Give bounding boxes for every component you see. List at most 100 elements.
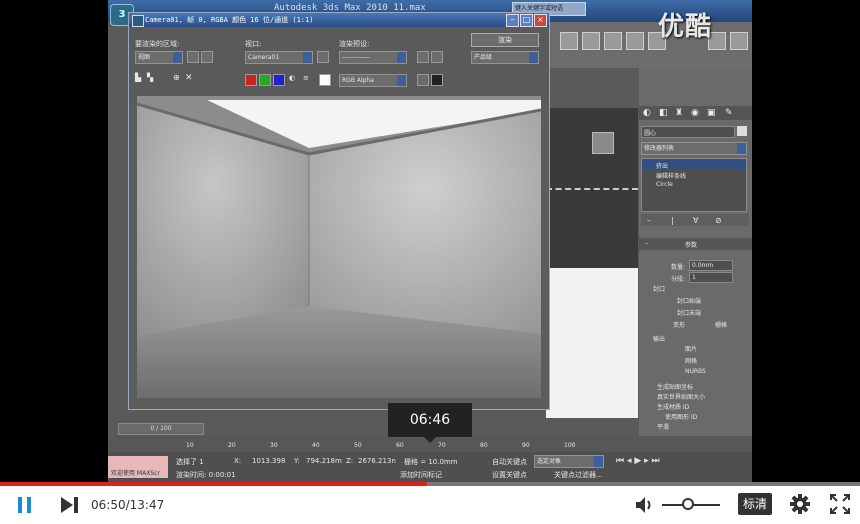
quality-button[interactable]: 标清	[738, 493, 772, 515]
output-label: 输出	[653, 336, 666, 343]
area-dropdown[interactable]: 视图	[135, 51, 183, 64]
settings-button[interactable]	[790, 494, 810, 514]
clear-icon[interactable]: ✕	[185, 73, 193, 83]
pin-stack-icon[interactable]: –	[647, 216, 651, 225]
cap-end-checkbox[interactable]: 封口末端	[677, 308, 701, 317]
amount-value: 0.0mm	[692, 262, 714, 269]
green-channel-toggle[interactable]	[259, 74, 271, 86]
segments-label: 分段:	[671, 276, 686, 283]
playback-controls-icon[interactable]: ⏮ ◂ ▶ ▸ ⏭	[616, 456, 660, 466]
toolbar-btn-icon	[560, 32, 578, 50]
alpha-channel-icon[interactable]: ◐	[289, 74, 295, 82]
preset-label: 渲染预设:	[339, 40, 370, 48]
modifier-stack[interactable]: 挤出 编辑样条线 Circle	[641, 158, 747, 212]
y-value[interactable]: 794.218m	[306, 457, 342, 465]
display-tab-icon[interactable]: ▣	[707, 108, 716, 118]
segments-spinner[interactable]: 1	[689, 272, 733, 283]
x-value[interactable]: 1013.398	[252, 457, 285, 465]
rollout-header[interactable]: – 参数	[639, 238, 752, 250]
gen-matid-checkbox[interactable]: 生成材质 ID	[657, 402, 689, 411]
environment-icon[interactable]	[431, 51, 443, 63]
pause-button[interactable]	[17, 496, 33, 514]
clone-window-icon[interactable]: ⊕	[173, 73, 180, 82]
close-button[interactable]: ×	[534, 14, 547, 27]
toggle-ui-icon[interactable]	[417, 74, 429, 86]
fullscreen-icon	[830, 494, 850, 514]
modify-tab-icon[interactable]: ◧	[659, 108, 668, 118]
object-color-swatch[interactable]	[737, 126, 747, 136]
volume-knob[interactable]	[682, 498, 695, 510]
tick-label: 30	[270, 442, 278, 449]
unique-icon[interactable]: ∀	[693, 216, 698, 225]
stack-item-circle[interactable]: Circle	[656, 181, 673, 188]
current-time: 06:50	[91, 498, 126, 512]
stack-item-editspline[interactable]: 编辑样条线	[656, 171, 686, 180]
amount-spinner[interactable]: 0.0mm	[689, 260, 733, 271]
total-time: 13:47	[129, 498, 165, 512]
modifier-list-dropdown[interactable]: 修改器列表	[641, 142, 747, 155]
set-key-button[interactable]: 设置关键点	[492, 470, 527, 480]
render-frame-window[interactable]: Camera01, 帧 0, RGBA 颜色 16 位/通道 (1:1) – □…	[128, 12, 550, 410]
auto-key-button[interactable]: 自动关键点	[492, 457, 527, 467]
render-button[interactable]: 渲染	[471, 33, 539, 47]
tick-label: 20	[228, 442, 236, 449]
edit-region-icon[interactable]	[187, 51, 199, 63]
red-channel-toggle[interactable]	[245, 74, 257, 86]
render-mode-dropdown[interactable]: 产品级	[471, 51, 539, 64]
save-image-icon[interactable]: ▙	[135, 73, 141, 82]
auto-region-icon[interactable]	[201, 51, 213, 63]
maximize-button[interactable]: □	[520, 14, 533, 27]
color-swatch[interactable]	[319, 74, 331, 86]
blue-channel-toggle[interactable]	[273, 74, 285, 86]
output-patch-radio[interactable]: 面片	[685, 344, 697, 353]
capping-label: 封口	[653, 286, 666, 293]
use-shape-id-checkbox[interactable]: 使用图形 ID	[665, 412, 697, 421]
preset-dropdown[interactable]: -------------	[339, 51, 407, 64]
utilities-tab-icon[interactable]: ✎	[725, 108, 733, 118]
mono-icon[interactable]: ≡	[303, 74, 309, 82]
time-slider[interactable]: 0 / 100	[118, 423, 204, 435]
gen-mapping-checkbox[interactable]: 生成贴图坐标	[657, 382, 693, 391]
viewport-dropdown[interactable]: Camera01	[245, 51, 313, 64]
display-toggle-icon[interactable]	[431, 74, 443, 86]
motion-tab-icon[interactable]: ◉	[691, 108, 699, 118]
real-world-map-checkbox[interactable]: 真实世界贴图大小	[657, 392, 705, 401]
output-nurbs-radio[interactable]: NURBS	[685, 368, 706, 375]
create-tab-icon[interactable]: ◐	[643, 108, 651, 118]
output-mesh-radio[interactable]: 网格	[685, 356, 697, 365]
status-bar: 选择了 1 渲染时间: 0:00:01 X: 1013.398 Y: 794.2…	[108, 452, 752, 482]
volume-button[interactable]	[634, 495, 656, 515]
seek-preview-time: 06:46	[388, 403, 472, 443]
minimize-button[interactable]: –	[506, 14, 519, 27]
render-window-title: Camera01, 帧 0, RGBA 颜色 16 位/通道 (1:1)	[145, 16, 314, 24]
fullscreen-button[interactable]	[830, 494, 850, 514]
remove-modifier-icon[interactable]: ⊘	[715, 216, 722, 225]
rollout-title: 参数	[685, 242, 698, 249]
toolbar-btn-icon	[626, 32, 644, 50]
morph-radio[interactable]: 变形	[673, 320, 685, 329]
room-render	[137, 96, 541, 398]
grid-size: 栅格 = 10.0mm	[404, 458, 458, 466]
lock-viewport-icon[interactable]	[317, 51, 329, 63]
object-name-text: 圆心	[644, 130, 657, 137]
selected-object-dropdown[interactable]: 选定对象	[534, 455, 604, 468]
cap-start-checkbox[interactable]: 封口始端	[677, 296, 701, 305]
channel-dropdown[interactable]: RGB Alpha	[339, 74, 407, 87]
object-name-field[interactable]: 圆心	[641, 126, 735, 138]
amount-label: 数量:	[671, 264, 686, 271]
hierarchy-tab-icon[interactable]: ♜	[675, 108, 683, 118]
show-end-icon[interactable]: |	[671, 216, 674, 225]
stack-item-extrude[interactable]: 挤出	[656, 161, 668, 170]
timeline-ruler: 10 20 30 40 50 60 70 80 90 100	[138, 436, 638, 450]
smooth-checkbox[interactable]: 平滑	[657, 422, 669, 431]
grid-radio[interactable]: 栅格	[715, 320, 727, 329]
tick-label: 40	[312, 442, 320, 449]
z-value[interactable]: 2676.213n	[358, 457, 396, 465]
front-viewport	[546, 268, 638, 418]
key-filter-button[interactable]: 关键点过滤器...	[554, 470, 603, 480]
next-button[interactable]	[60, 496, 80, 514]
add-time-tag[interactable]: 添加时间标记	[400, 470, 442, 480]
tick-label: 90	[522, 442, 530, 449]
render-setup-icon[interactable]	[417, 51, 429, 63]
copy-image-icon[interactable]: ▚	[147, 73, 153, 82]
